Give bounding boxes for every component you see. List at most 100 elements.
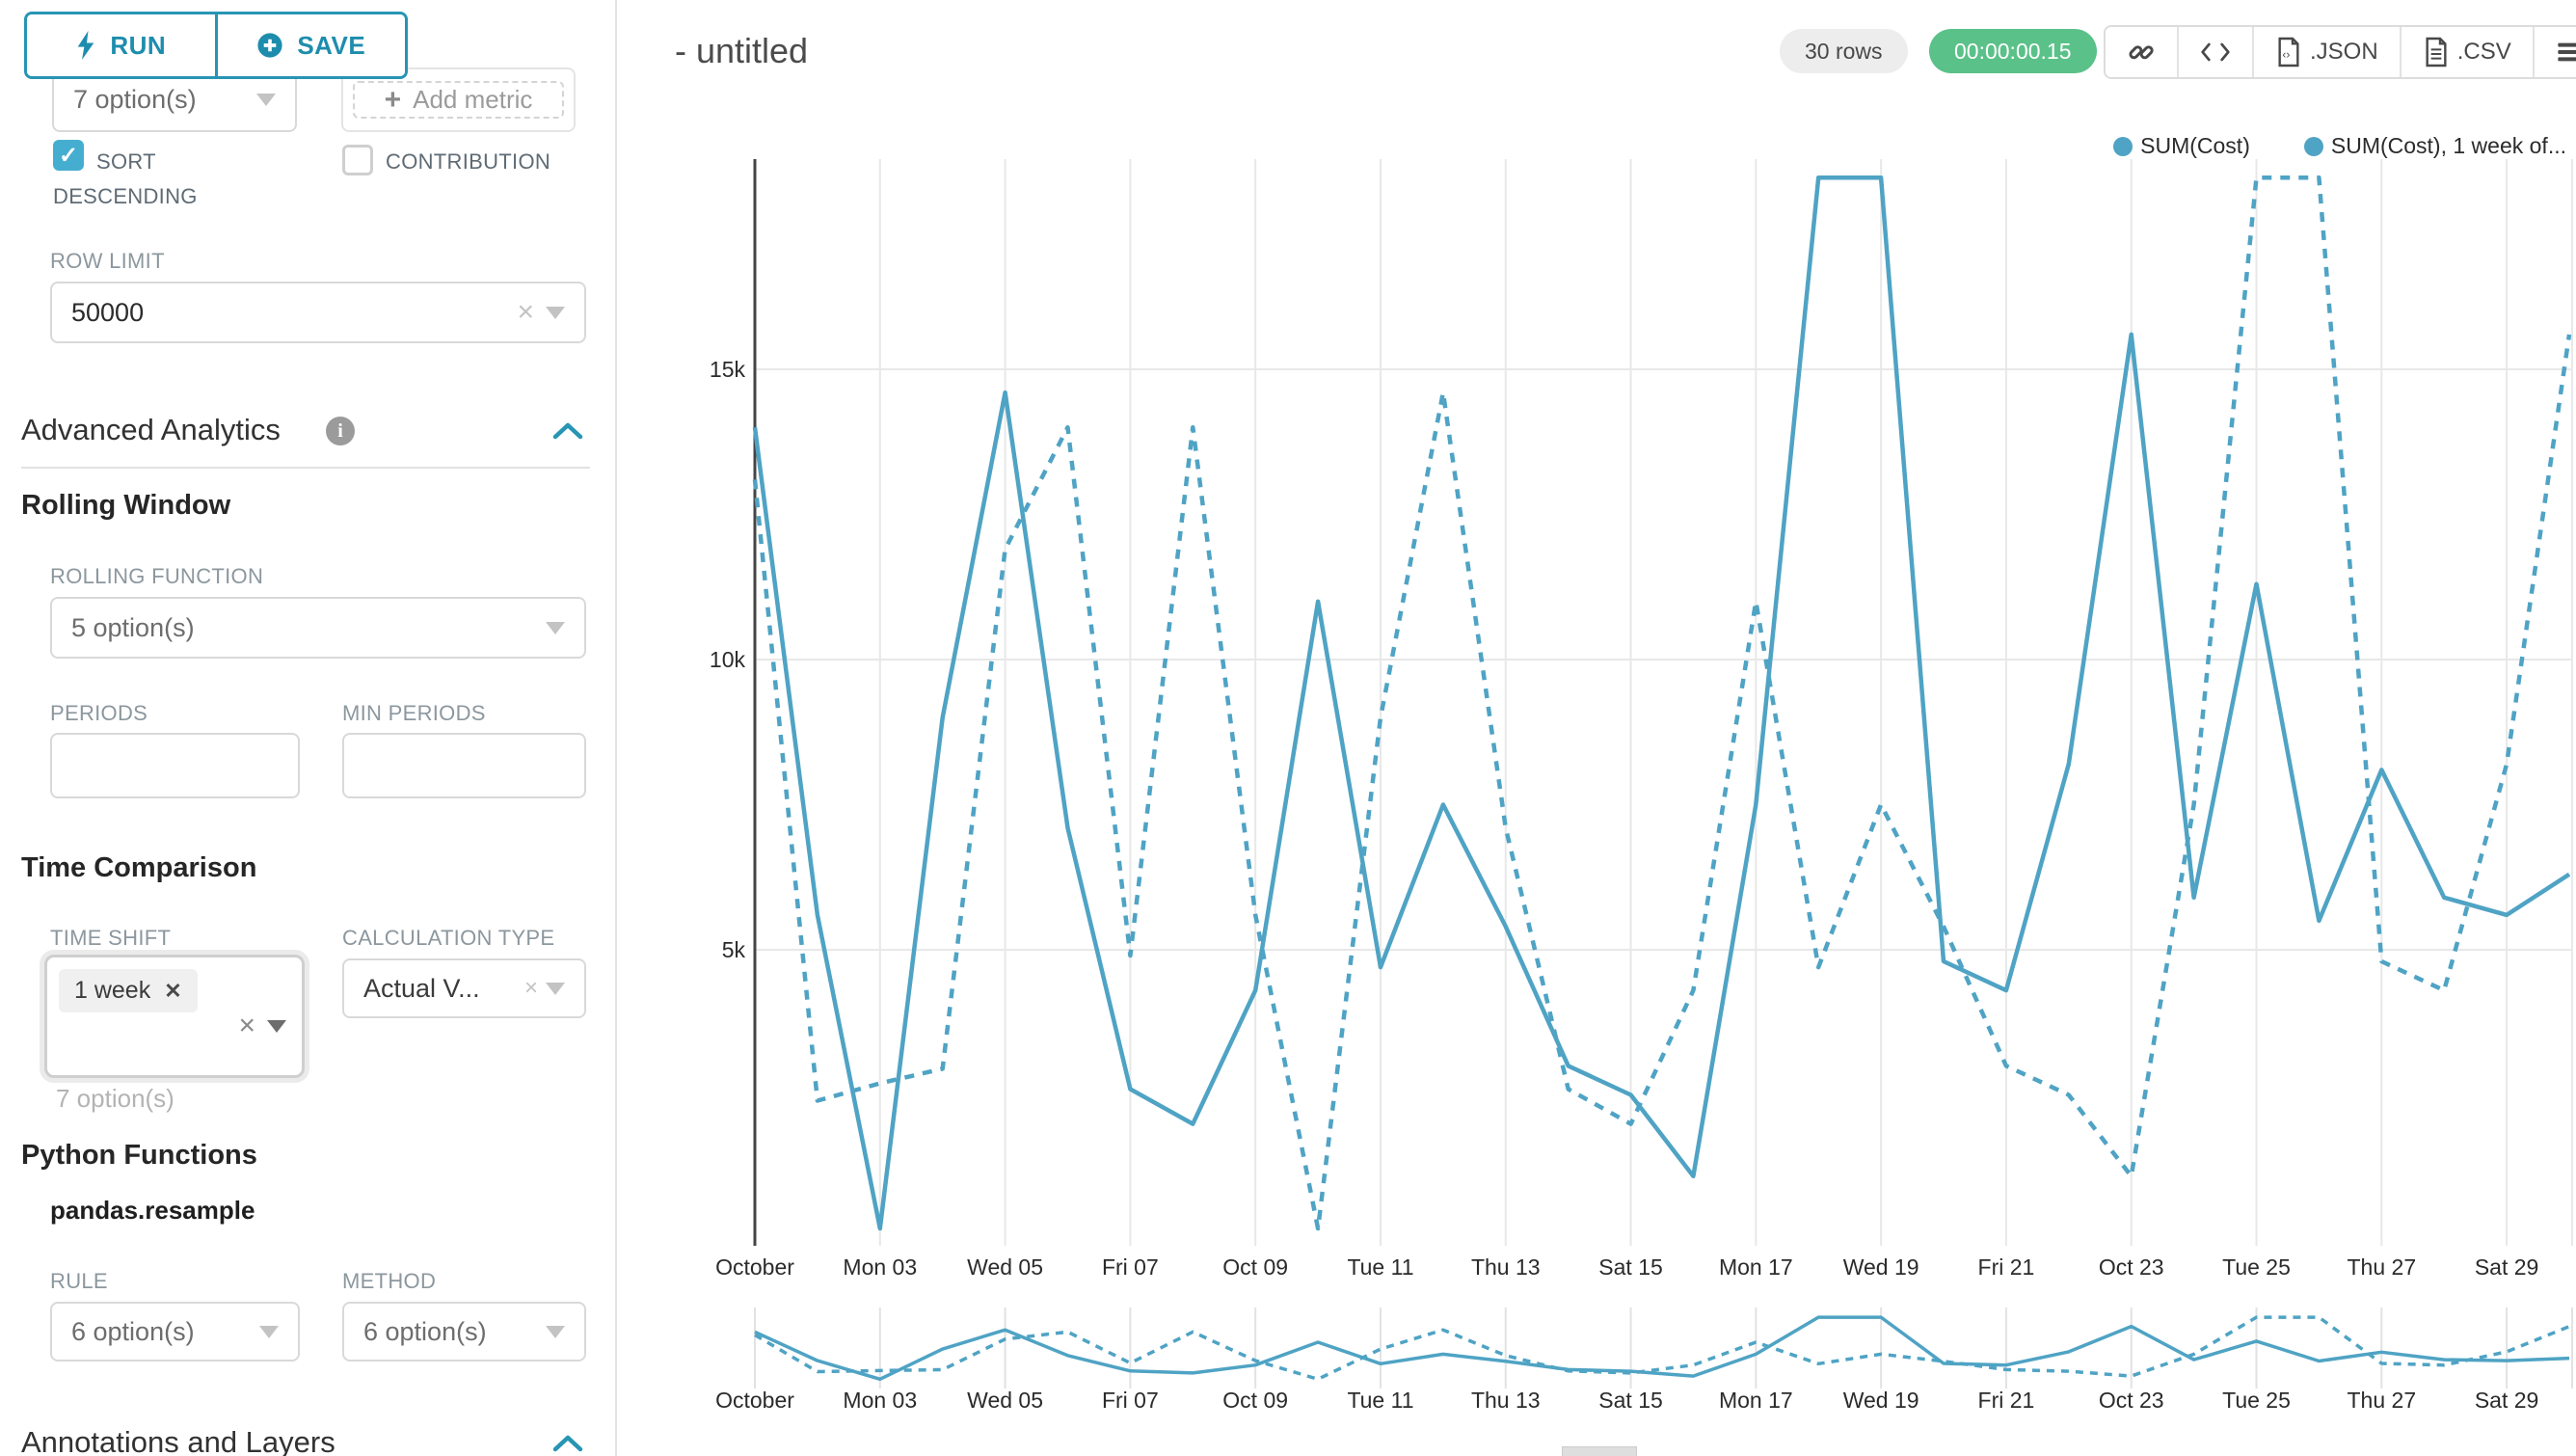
row-limit-label: ROW LIMIT [50, 249, 165, 274]
series-limit-metric-value: 7 option(s) [73, 85, 245, 115]
mini-x-axis-tick-label: Thu 13 [1471, 1388, 1541, 1413]
sort-descending-label: SORT DESCENDING [53, 145, 217, 214]
method-select[interactable]: 6 option(s) [342, 1302, 586, 1362]
row-limit-value: 50000 [71, 298, 505, 328]
x-axis-tick-label: Thu 13 [1471, 1254, 1541, 1280]
mini-series-line-solid [755, 1317, 2569, 1379]
x-axis-tick-label: Wed 05 [967, 1254, 1043, 1280]
series-line-solid [755, 177, 2569, 1228]
x-axis-tick-label: Fri 07 [1102, 1254, 1159, 1280]
y-axis-tick-label: 10k [710, 647, 746, 672]
time-shift-label: TIME SHIFT [50, 926, 171, 951]
timeseries-line-chart[interactable]: 5k 10k 15k October Mon 03 Wed 05 Fri 07 Oct 09 T… [617, 0, 2576, 1456]
chart-panel: - untitled 30 rows 00:00:00.15 ‹› [617, 0, 2576, 1456]
save-button[interactable]: SAVE [218, 14, 406, 76]
x-axis-tick-label: Sat 29 [2475, 1254, 2539, 1280]
chevron-down-icon [546, 983, 565, 995]
contribution-label: CONTRIBUTION [386, 149, 550, 175]
time-shift-tag-label: 1 week [74, 977, 150, 1005]
x-axis-tick-label: Tue 25 [2222, 1254, 2291, 1280]
rolling-function-select[interactable]: 5 option(s) [50, 597, 586, 659]
y-axis-tick-label: 5k [722, 937, 746, 962]
rule-label: RULE [50, 1269, 108, 1294]
mini-x-axis-tick-label: Wed 05 [967, 1388, 1043, 1413]
min-periods-label: MIN PERIODS [342, 701, 486, 726]
plus-circle-icon [256, 32, 283, 59]
mini-x-axis-tick-label: Fri 21 [1978, 1388, 2035, 1413]
chevron-down-icon [546, 622, 565, 634]
info-icon: i [326, 417, 355, 445]
collapse-chevron-icon[interactable] [551, 420, 584, 442]
clear-icon[interactable]: × [524, 977, 538, 1000]
method-label: METHOD [342, 1269, 436, 1294]
x-axis-tick-label: Wed 19 [1843, 1254, 1919, 1280]
x-axis-tick-label: Fri 21 [1978, 1254, 2035, 1280]
mini-x-axis-tick-label: Oct 09 [1222, 1388, 1288, 1413]
rolling-window-header: Rolling Window [21, 490, 230, 522]
run-save-button-group: RUN SAVE [24, 12, 408, 79]
rolling-function-value: 5 option(s) [71, 613, 534, 643]
run-button[interactable]: RUN [27, 14, 218, 76]
mini-x-axis-tick-label: Thu 27 [2348, 1388, 2417, 1413]
mini-x-axis-tick-label: Tue 11 [1347, 1388, 1413, 1413]
rule-value: 6 option(s) [71, 1317, 248, 1347]
mini-x-axis-tick-label: Sat 29 [2475, 1388, 2539, 1413]
method-value: 6 option(s) [363, 1317, 534, 1347]
mini-x-axis-tick-label: Wed 19 [1843, 1388, 1919, 1413]
periods-label: PERIODS [50, 701, 148, 726]
series-line-dashed [755, 177, 2569, 1228]
x-axis-tick-label: Sat 15 [1598, 1254, 1663, 1280]
clear-icon[interactable]: × [238, 1011, 255, 1040]
annotations-layers-header[interactable]: Annotations and Layers [21, 1425, 335, 1456]
x-axis-tick-label: Thu 27 [2348, 1254, 2417, 1280]
chevron-down-icon [267, 1020, 286, 1033]
rule-select[interactable]: 6 option(s) [50, 1302, 300, 1362]
x-axis-tick-label: Oct 23 [2099, 1254, 2164, 1280]
collapse-chevron-icon[interactable] [551, 1433, 584, 1454]
x-axis-tick-label: Mon 17 [1719, 1254, 1793, 1280]
time-shift-multiselect[interactable]: 1 week ✕ × [44, 955, 305, 1078]
section-divider [21, 467, 590, 469]
mini-x-axis-tick-label: Mon 03 [843, 1388, 917, 1413]
chevron-down-icon [546, 1326, 565, 1338]
save-button-label: SAVE [297, 31, 365, 61]
calculation-type-select[interactable]: Actual V... × [342, 958, 586, 1018]
min-periods-input[interactable] [342, 733, 586, 798]
x-axis-tick-label: October [715, 1254, 794, 1280]
mini-series-line-dashed [755, 1317, 2569, 1379]
add-metric-button[interactable]: + Add metric [353, 81, 564, 119]
x-axis-tick-label: Tue 11 [1347, 1254, 1413, 1280]
chevron-down-icon [256, 94, 276, 106]
mini-x-axis-tick-label: October [715, 1388, 794, 1413]
resize-handle[interactable] [1562, 1446, 1637, 1456]
rolling-function-label: ROLLING FUNCTION [50, 564, 263, 589]
time-comparison-header: Time Comparison [21, 852, 256, 884]
remove-tag-icon[interactable]: ✕ [164, 979, 181, 1004]
superset-explore-screen: RUN SAVE 7 option(s) + Add metric ✓ SORT… [0, 0, 2576, 1456]
mini-x-axis-tick-label: Tue 25 [2222, 1388, 2291, 1413]
mini-x-axis-tick-label: Oct 23 [2099, 1388, 2164, 1413]
y-axis-tick-label: 15k [710, 357, 746, 382]
x-axis-tick-label: Mon 03 [843, 1254, 917, 1280]
x-axis-tick-label: Oct 09 [1222, 1254, 1288, 1280]
advanced-analytics-header[interactable]: Advanced Analytics [21, 413, 281, 447]
lightning-icon [75, 31, 96, 60]
clear-icon[interactable]: × [517, 298, 534, 327]
run-button-label: RUN [110, 31, 166, 61]
row-limit-select[interactable]: 50000 × [50, 282, 586, 343]
pandas-resample-label: pandas.resample [50, 1196, 255, 1226]
time-shift-tag: 1 week ✕ [59, 969, 198, 1012]
add-metric-label: Add metric [413, 85, 532, 115]
calculation-type-label: CALCULATION TYPE [342, 926, 554, 951]
chevron-down-icon [546, 307, 565, 319]
control-panel-sidebar: RUN SAVE 7 option(s) + Add metric ✓ SORT… [0, 0, 617, 1456]
python-functions-header: Python Functions [21, 1140, 257, 1172]
time-shift-hint: 7 option(s) [56, 1084, 174, 1114]
mini-x-axis-tick-label: Sat 15 [1598, 1388, 1663, 1413]
calculation-type-value: Actual V... [363, 974, 519, 1004]
periods-input[interactable] [50, 733, 300, 798]
contribution-checkbox[interactable] [342, 145, 373, 175]
plus-icon: + [385, 84, 402, 117]
mini-x-axis-tick-label: Mon 17 [1719, 1388, 1793, 1413]
mini-x-axis-tick-label: Fri 07 [1102, 1388, 1159, 1413]
